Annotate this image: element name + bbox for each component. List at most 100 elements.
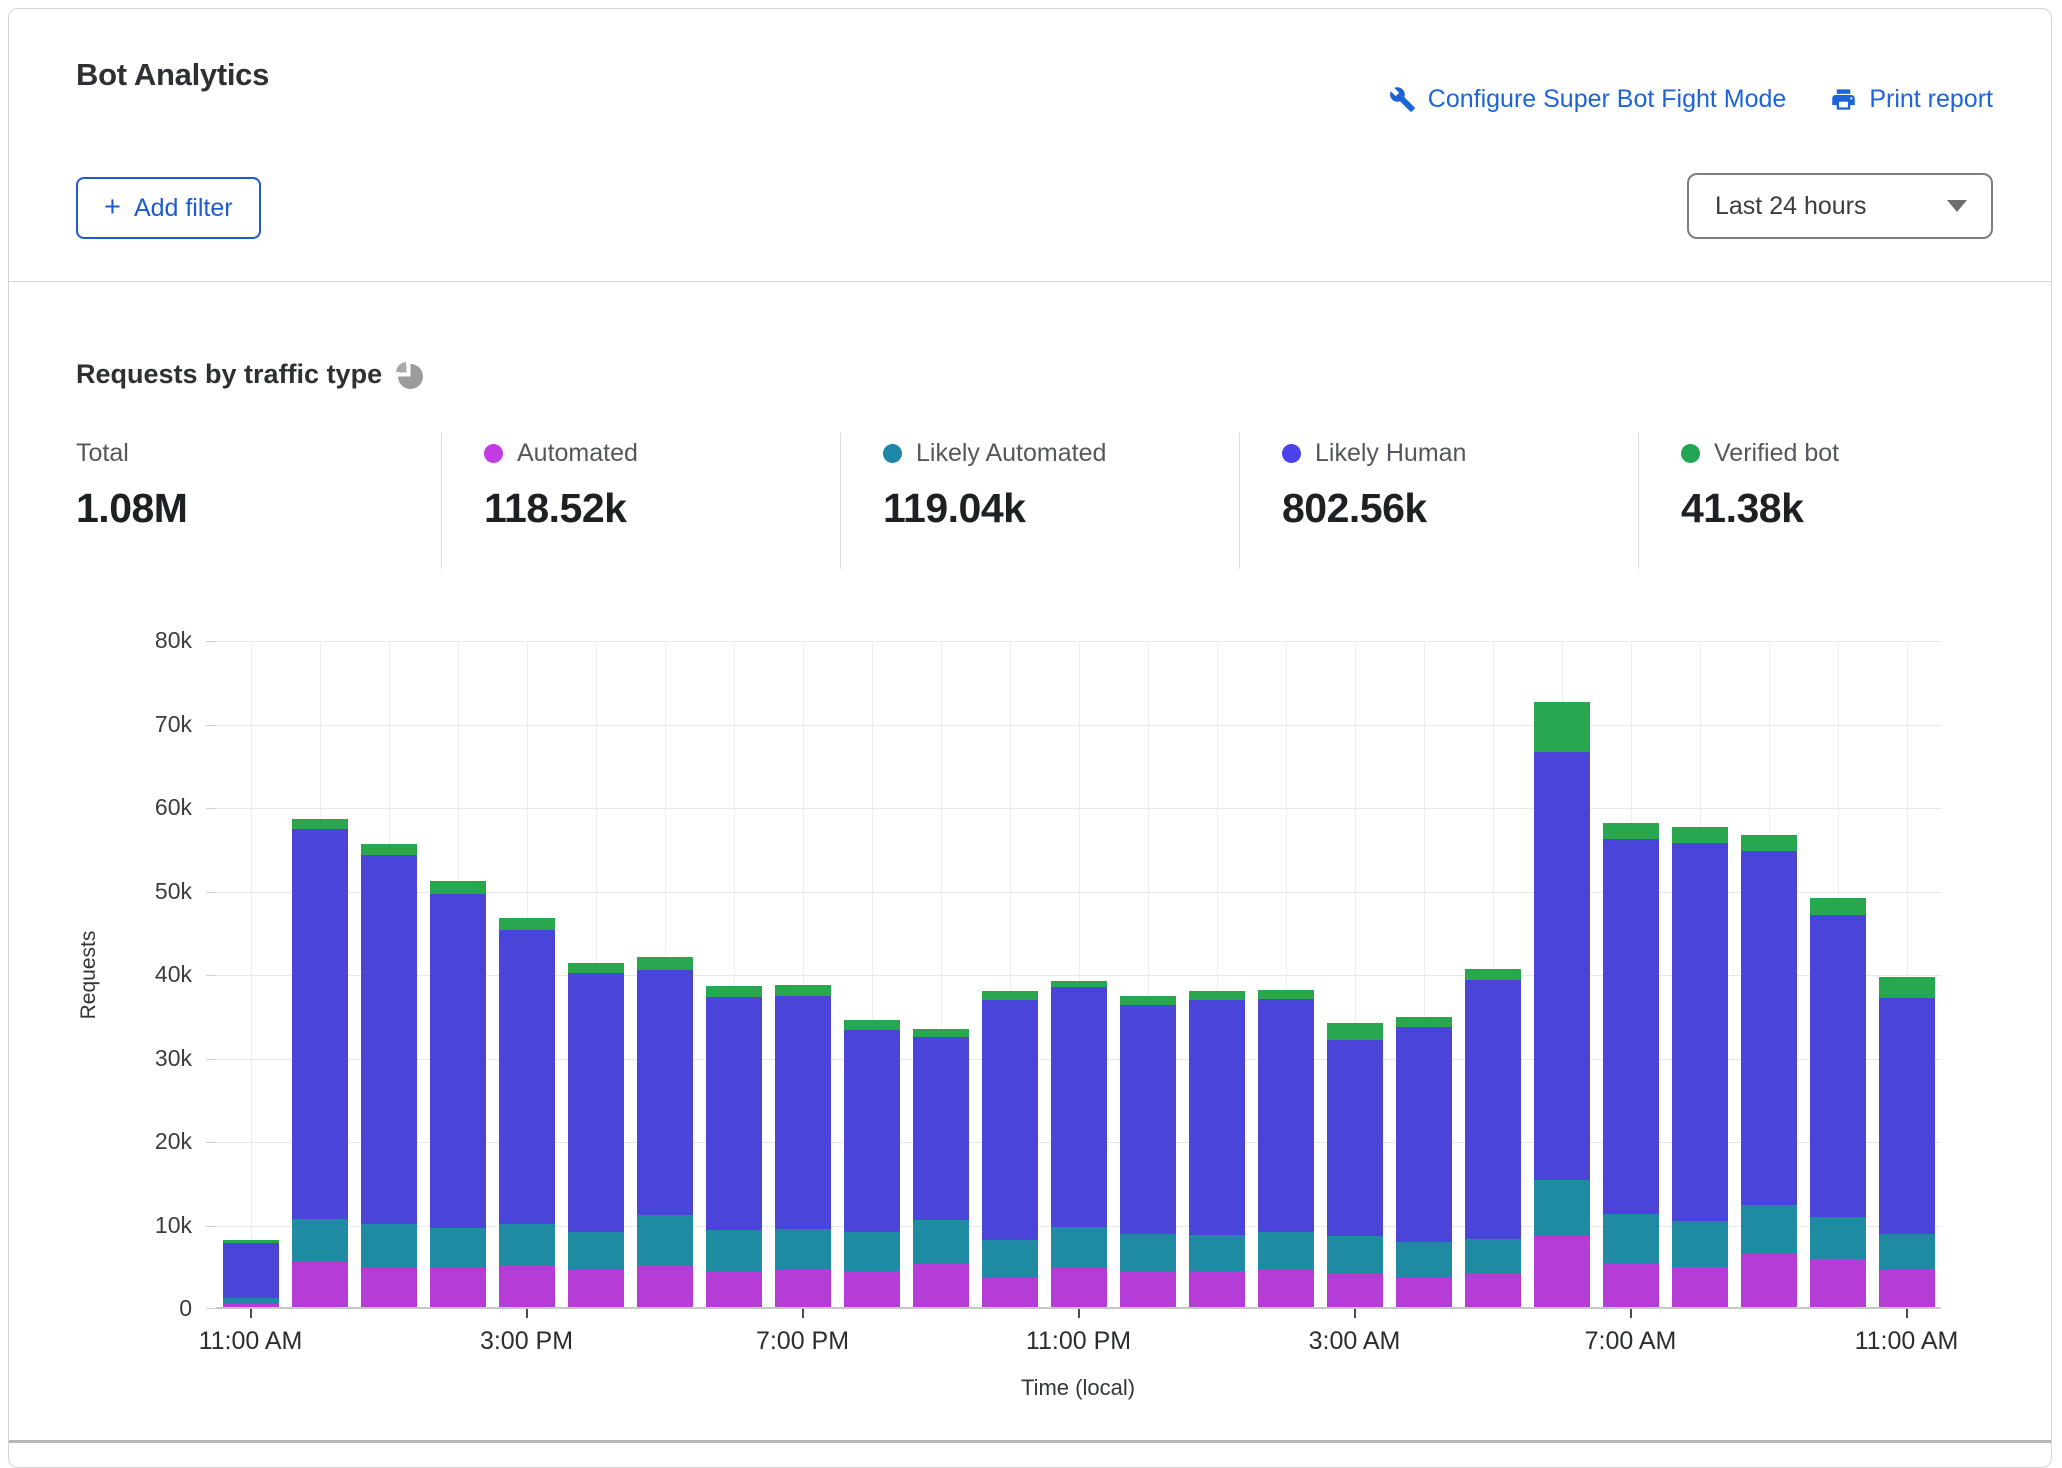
stat-value: 1.08M [76,485,441,532]
bar-segment-likely-automated [361,1224,417,1267]
y-axis-title: Requests [77,931,101,1020]
stacked-bar [292,819,348,1307]
y-axis-tick-label: 40k [155,961,192,988]
print-report-link[interactable]: Print report [1830,85,1993,114]
bar-segment-verified-bot [1603,823,1659,840]
y-axis-tick [206,1142,216,1143]
bar-segment-automated [430,1268,486,1307]
stat-label: Likely Automated [916,439,1106,468]
stat-total: Total 1.08M [76,433,441,569]
bar-segment-automated [361,1268,417,1307]
bar-segment-likely-automated [1120,1234,1176,1272]
bar-segment-likely-human [1189,1000,1245,1235]
bar-segment-likely-human [499,930,555,1224]
bar-segment-likely-human [1051,987,1107,1227]
configure-super-bot-fight-mode-link[interactable]: Configure Super Bot Fight Mode [1389,85,1787,114]
bar-segment-automated [982,1277,1038,1307]
section-title-row: Requests by traffic type [76,359,423,390]
x-axis-tick-label: 3:00 AM [1309,1327,1401,1356]
x-axis-tick-label: 11:00 AM [1855,1327,1959,1356]
x-axis-tick-label: 7:00 PM [756,1327,849,1356]
bar-segment-verified-bot [568,963,624,973]
bar-slot [1320,641,1389,1307]
bar-slot [1596,641,1665,1307]
bar-segment-likely-human [1465,980,1521,1239]
bar-segment-likely-human [1396,1027,1452,1242]
caret-down-icon [1947,200,1967,212]
bar-segment-verified-bot [430,881,486,894]
y-axis-tick-label: 20k [155,1128,192,1155]
bar-segment-likely-human [1810,915,1866,1217]
bar-segment-likely-human [223,1243,279,1298]
bar-slot [630,641,699,1307]
bar-slot [561,641,630,1307]
bar-segment-verified-bot [913,1029,969,1037]
bar-segment-likely-human [1603,839,1659,1213]
bar-segment-verified-bot [1741,835,1797,851]
bar-segment-automated [292,1262,348,1307]
stat-value: 802.56k [1282,485,1638,532]
bar-slot [492,641,561,1307]
bar-segment-automated [706,1272,762,1307]
bar-segment-likely-human [568,973,624,1232]
stat-likely-automated: Likely Automated 119.04k [840,433,1239,569]
bar-segment-likely-automated [1051,1227,1107,1268]
stat-label: Total [76,439,129,468]
x-axis-tick [526,1309,528,1318]
bar-segment-likely-human [775,996,831,1230]
bar-segment-likely-human [1120,1005,1176,1235]
x-axis-tick [1354,1309,1356,1318]
bar-segment-likely-human [292,829,348,1220]
y-axis-tick-label: 70k [155,711,192,738]
bar-segment-automated [844,1271,900,1307]
x-axis-tick-label: 11:00 AM [199,1327,303,1356]
y-axis-tick [206,808,216,809]
bar-segment-verified-bot [982,991,1038,999]
bar-segment-automated [1189,1271,1245,1307]
y-axis-tick [206,1308,216,1309]
page-title: Bot Analytics [76,57,269,93]
y-axis-labels: 010k20k30k40k50k60k70k80k [104,641,204,1309]
stat-label: Likely Human [1315,439,1466,468]
bar-segment-automated [1396,1277,1452,1307]
stacked-bar [775,985,831,1307]
y-axis-tick [206,892,216,893]
bar-slot [1182,641,1251,1307]
stats-row: Total 1.08M Automated 118.52k Likely Aut… [76,433,1995,569]
bar-segment-likely-human [913,1037,969,1220]
pie-chart-icon [398,364,423,389]
bar-segment-likely-human [1327,1040,1383,1236]
plus-icon: + [104,193,121,222]
bar-segment-automated [1741,1254,1797,1307]
stacked-bar [1327,1023,1383,1307]
bar-segment-likely-automated [292,1219,348,1262]
bar-segment-verified-bot [1534,702,1590,752]
y-axis-tick-label: 80k [155,627,192,654]
bar-segment-verified-bot [775,985,831,996]
add-filter-button[interactable]: + Add filter [76,177,261,239]
y-axis-tick-label: 10k [155,1212,192,1239]
y-axis-tick [206,641,216,642]
time-range-select[interactable]: Last 24 hours [1687,173,1993,239]
stacked-bar [1051,981,1107,1307]
bar-segment-likely-automated [1603,1214,1659,1263]
stat-value: 119.04k [883,485,1239,532]
bar-slot [285,641,354,1307]
bar-segment-likely-human [430,894,486,1228]
x-axis-tick [1630,1309,1632,1318]
x-axis-title: Time (local) [1021,1375,1135,1401]
bar-segment-automated [1258,1270,1314,1307]
likely-automated-legend-dot [883,444,902,463]
bar-segment-automated [1810,1259,1866,1307]
bar-segment-automated [1672,1267,1728,1307]
bar-segment-automated [1534,1236,1590,1307]
bot-analytics-card: Bot Analytics Configure Super Bot Fight … [8,8,2052,1468]
bar-segment-automated [1120,1272,1176,1307]
bar-slot [768,641,837,1307]
bar-segment-likely-human [1534,752,1590,1180]
stat-value: 118.52k [484,485,840,532]
bar-slot [1389,641,1458,1307]
bar-segment-verified-bot [1672,827,1728,843]
bar-segment-likely-automated [982,1240,1038,1277]
bar-segment-likely-automated [775,1229,831,1269]
